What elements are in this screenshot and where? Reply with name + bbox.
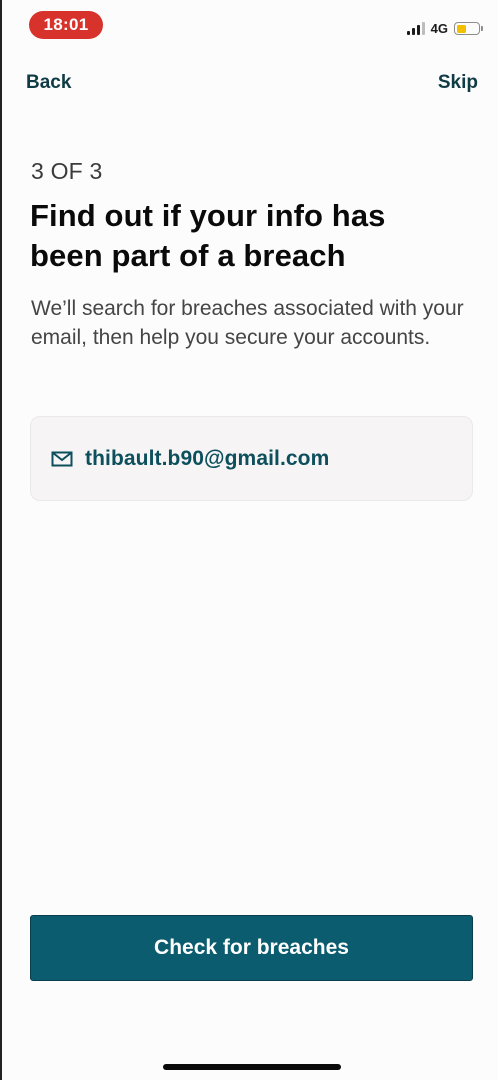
step-indicator: 3 OF 3	[31, 158, 103, 184]
email-value: thibault.b90@gmail.com	[85, 446, 330, 470]
email-card: thibault.b90@gmail.com	[30, 416, 473, 501]
mail-icon	[51, 451, 73, 467]
status-time[interactable]: 18:01	[29, 11, 103, 39]
check-for-breaches-button[interactable]: Check for breaches	[30, 915, 473, 981]
back-button[interactable]: Back	[26, 72, 71, 94]
skip-button[interactable]: Skip	[438, 72, 478, 94]
screen: 18:01 4G Back Skip 3 OF 3 Find out if yo…	[0, 0, 498, 1080]
battery-icon	[454, 22, 483, 35]
status-indicators: 4G	[406, 21, 483, 36]
page-title: Find out if your info has been part of a…	[30, 198, 386, 273]
network-label: 4G	[430, 21, 448, 36]
status-bar: 18:01 4G	[0, 0, 498, 50]
battery-fill	[456, 24, 466, 33]
page-description: We’ll search for breaches associated wit…	[31, 297, 464, 349]
signal-icon	[406, 22, 425, 35]
screen-edge	[0, 0, 2, 1080]
home-indicator[interactable]	[163, 1064, 341, 1070]
